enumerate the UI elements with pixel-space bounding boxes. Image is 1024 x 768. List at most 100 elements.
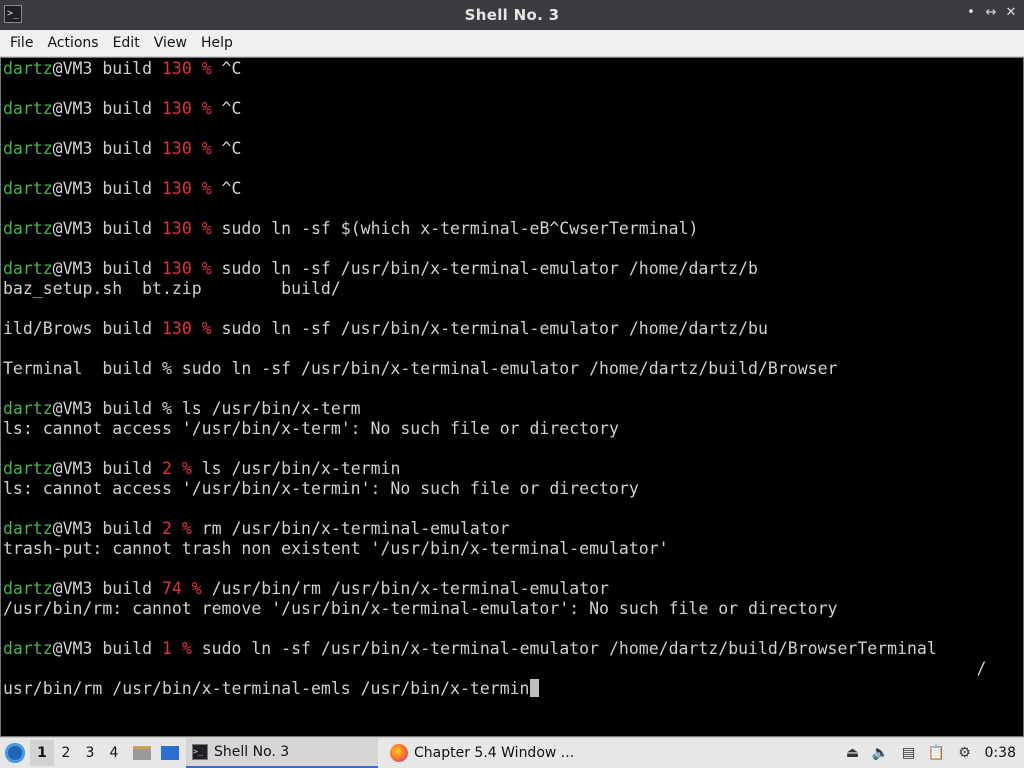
terminal-line: dartz@VM3 build % ls /usr/bin/x-term (3, 399, 1013, 419)
terminal-text: Terminal build % sudo ln -sf /usr/bin/x-… (3, 359, 838, 378)
terminal-text: ^C (211, 59, 242, 78)
terminal-icon: >_ (192, 744, 208, 760)
menu-file[interactable]: File (4, 35, 39, 51)
task-label: Chapter 5.4 Window ... (414, 745, 575, 761)
menu-help[interactable]: Help (195, 35, 239, 51)
terminal-line: dartz@VM3 build 2 % ls /usr/bin/x-termin (3, 459, 1013, 479)
prompt-user: dartz (3, 59, 53, 78)
terminal-text: /usr/bin/rm: cannot remove '/usr/bin/x-t… (3, 599, 838, 618)
terminal-text: baz_setup.sh bt.zip build/ (3, 279, 341, 298)
prompt-exit-code: 2 % (161, 519, 192, 538)
task-label: Shell No. 3 (214, 744, 290, 760)
terminal-text: ls: cannot access '/usr/bin/x-term': No … (3, 419, 619, 438)
menu-edit[interactable]: Edit (107, 35, 146, 51)
system-tray: ⏏ 🔈 ▤ 📋 ⚙ 0:38 (839, 738, 1024, 768)
terminal-cursor (529, 679, 539, 697)
terminal-text: usr/bin/rm /usr/bin/x-terminal-emls /usr… (3, 679, 530, 698)
prompt-exit-code: 130 % (161, 179, 212, 198)
minimize-icon[interactable]: • (964, 5, 978, 20)
prompt-user: dartz (3, 579, 53, 598)
window-controls: • ↔ ✕ (964, 5, 1018, 20)
network-icon[interactable]: ▤ (898, 742, 920, 764)
menu-actions[interactable]: Actions (41, 35, 104, 51)
firefox-icon (390, 744, 408, 762)
terminal-text: @VM3 build (52, 519, 162, 538)
prompt-exit-code: 130 % (161, 59, 212, 78)
task-shell[interactable]: >_ Shell No. 3 (186, 738, 378, 768)
clock[interactable]: 0:38 (979, 745, 1024, 761)
prompt-user: dartz (3, 639, 53, 658)
terminal-line: dartz@VM3 build 1 % sudo ln -sf /usr/bin… (3, 639, 1013, 659)
task-firefox[interactable]: Chapter 5.4 Window ... (384, 738, 584, 768)
terminal-text: @VM3 build (52, 459, 162, 478)
restore-icon[interactable]: ↔ (984, 5, 998, 20)
close-icon[interactable]: ✕ (1004, 5, 1018, 20)
prompt-exit-code: 1 % (161, 639, 192, 658)
terminal-text: sudo ln -sf $(which x-terminal-eB^CwserT… (211, 219, 699, 238)
terminal-text: trash-put: cannot trash non existent '/u… (3, 539, 669, 558)
taskbar: 1 2 3 4 >_ Shell No. 3 Chapter 5.4 Windo… (0, 737, 1024, 768)
prompt-user: dartz (3, 139, 53, 158)
terminal-text: /usr/bin/rm /usr/bin/x-terminal-emulator (201, 579, 609, 598)
prompt-exit-code: 130 % (161, 99, 212, 118)
terminal-text: ild/Brows build (3, 319, 162, 338)
terminal-line: ild/Brows build 130 % sudo ln -sf /usr/b… (3, 319, 1013, 339)
terminal-line: baz_setup.sh bt.zip build/ (3, 279, 1013, 299)
prompt-user: dartz (3, 179, 53, 198)
terminal-line: dartz@VM3 build 130 % sudo ln -sf $(whic… (3, 219, 1013, 239)
window-titlebar[interactable]: >_ Shell No. 3 • ↔ ✕ (0, 0, 1024, 30)
terminal-text: sudo ln -sf /usr/bin/x-terminal-emulator… (211, 319, 768, 338)
notification-icon[interactable]: ⚙ (954, 742, 976, 764)
workspace-4[interactable]: 4 (102, 740, 126, 766)
terminal-text: ls: cannot access '/usr/bin/x-termin': N… (3, 479, 639, 498)
terminal-line: dartz@VM3 build 74 % /usr/bin/rm /usr/bi… (3, 579, 1013, 599)
file-manager-icon[interactable] (130, 741, 154, 765)
workspace-1[interactable]: 1 (30, 740, 54, 766)
prompt-user: dartz (3, 399, 53, 418)
volume-icon[interactable]: 🔈 (870, 742, 892, 764)
menu-bar: File Actions Edit View Help (0, 30, 1024, 57)
terminal-scrollbar[interactable] (1013, 58, 1023, 736)
terminal-view[interactable]: dartz@VM3 build 130 % ^C dartz@VM3 build … (0, 57, 1024, 737)
prompt-user: dartz (3, 459, 53, 478)
terminal-line: Terminal build % sudo ln -sf /usr/bin/x-… (3, 359, 1013, 379)
window-title: Shell No. 3 (464, 6, 560, 24)
clipboard-icon[interactable]: 📋 (926, 742, 948, 764)
terminal-line: /usr/bin/rm: cannot remove '/usr/bin/x-t… (3, 599, 1013, 619)
terminal-app-icon[interactable]: >_ (4, 5, 22, 23)
workspace-2[interactable]: 2 (54, 740, 78, 766)
terminal-line: ls: cannot access '/usr/bin/x-term': No … (3, 419, 1013, 439)
terminal-text: rm /usr/bin/x-terminal-emulator (191, 519, 510, 538)
eject-icon[interactable]: ⏏ (842, 742, 864, 764)
terminal-line: / (3, 659, 1013, 679)
terminal-text: sudo ln -sf /usr/bin/x-terminal-emulator… (211, 259, 758, 278)
prompt-exit-code: 74 % (161, 579, 202, 598)
terminal-line: dartz@VM3 build 130 % ^C (3, 59, 1013, 79)
terminal-text: @VM3 build (52, 99, 162, 118)
prompt-user: dartz (3, 259, 53, 278)
terminal-text: ^C (211, 99, 242, 118)
prompt-exit-code: 130 % (161, 259, 212, 278)
terminal-output: dartz@VM3 build 130 % ^C dartz@VM3 build … (3, 59, 1013, 699)
prompt-exit-code: 130 % (161, 139, 212, 158)
start-menu-button[interactable] (0, 738, 30, 768)
show-desktop-icon[interactable] (158, 741, 182, 765)
terminal-line: dartz@VM3 build 130 % ^C (3, 139, 1013, 159)
prompt-exit-code: 2 % (161, 459, 192, 478)
workspace-3[interactable]: 3 (78, 740, 102, 766)
terminal-text: @VM3 build (52, 179, 162, 198)
terminal-text: @VM3 build (52, 259, 162, 278)
terminal-text: ^C (211, 139, 242, 158)
prompt-user: dartz (3, 219, 53, 238)
terminal-line: ls: cannot access '/usr/bin/x-termin': N… (3, 479, 1013, 499)
menu-view[interactable]: View (148, 35, 193, 51)
